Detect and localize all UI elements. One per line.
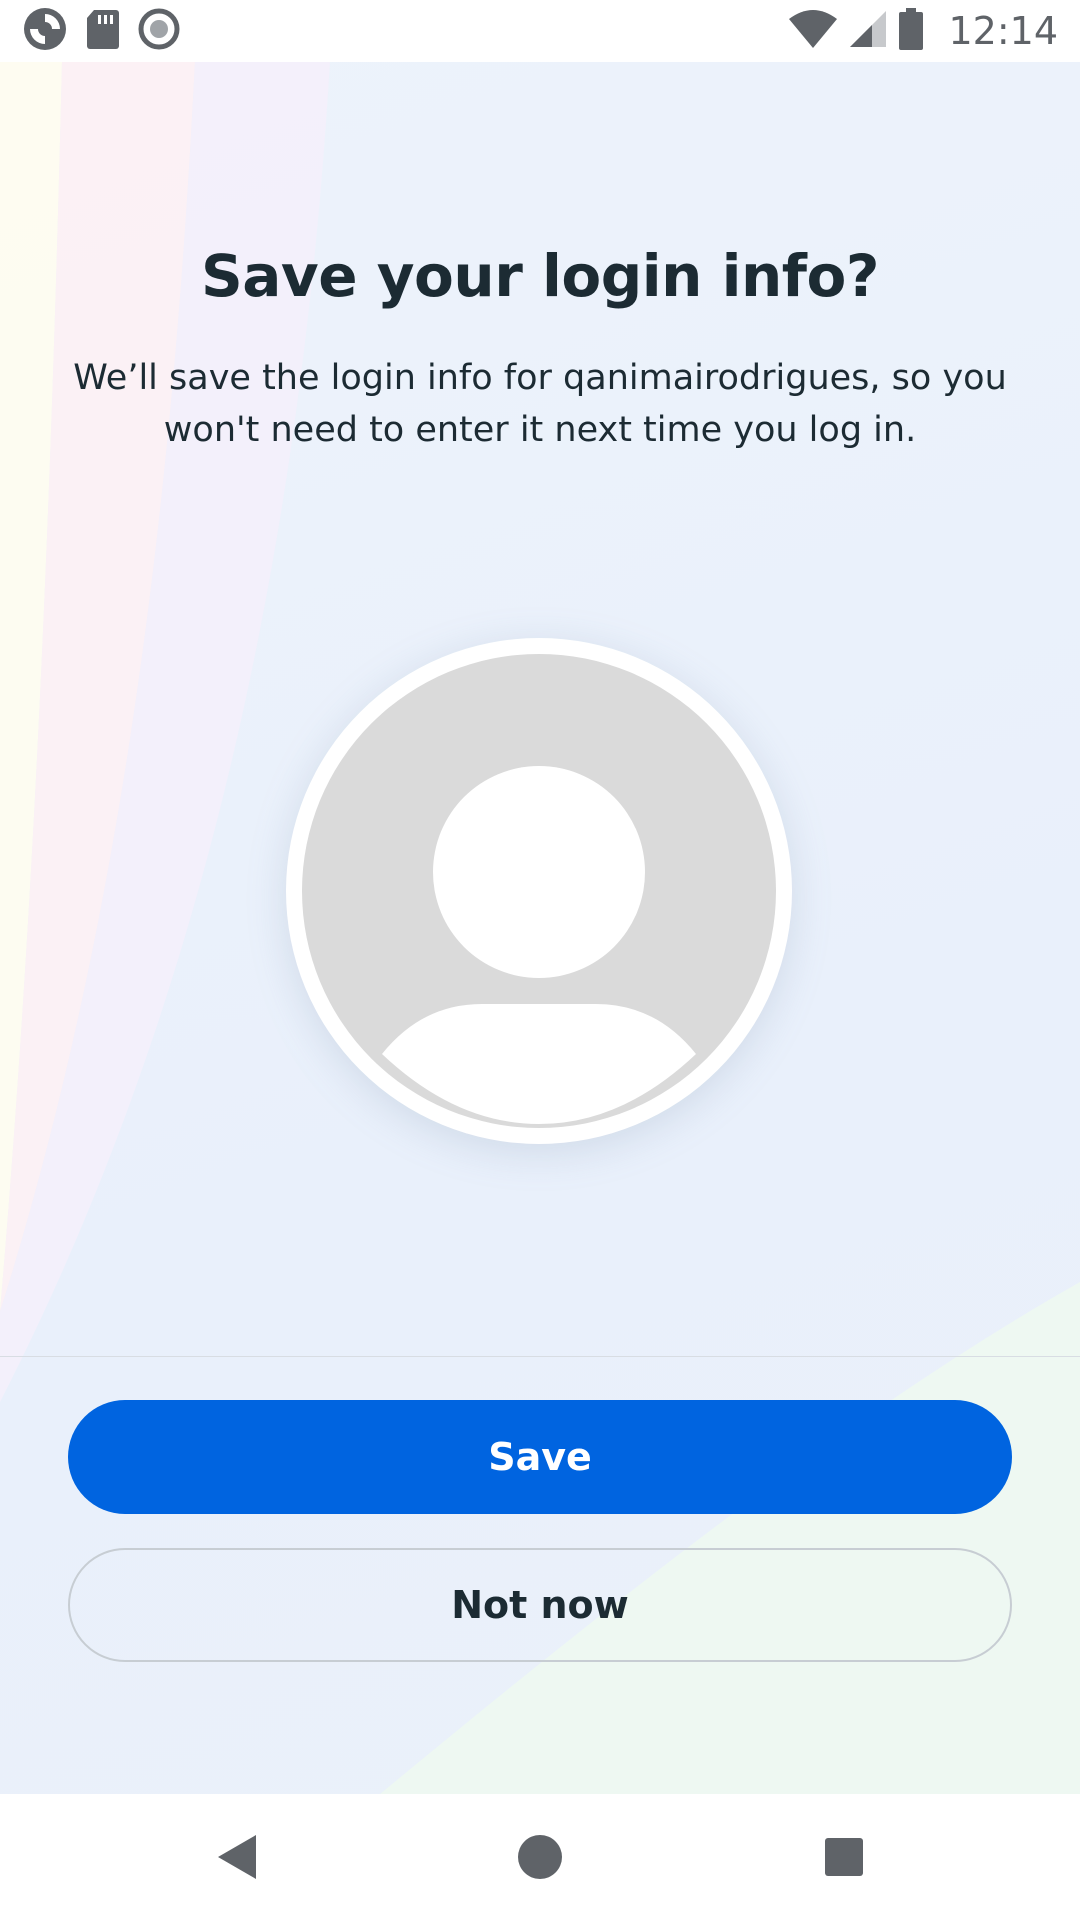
status-right-icons: 12:14 [788,8,1058,54]
sd-card-icon [86,8,120,54]
app-logo-icon [22,6,68,56]
status-time: 12:14 [948,9,1058,53]
wifi-icon [788,9,838,53]
avatar [286,638,792,1144]
save-button[interactable]: Save [68,1400,1012,1514]
battery-icon [898,8,924,54]
screen: 12:14 Save your login info? We’ll save t… [0,0,1080,1920]
signal-icon [848,9,888,53]
dialog-message: We’ll save the login info for qanimairod… [73,358,1007,450]
status-left-icons [22,8,180,54]
home-icon[interactable] [505,1822,575,1892]
dialog-title: Save your login info? [201,242,880,310]
back-icon[interactable] [202,1822,272,1892]
login-save-dialog: Save your login info? We’ll save the log… [0,62,1080,1794]
default-profile-icon [302,654,776,1128]
navigation-bar [0,1794,1080,1920]
record-icon [138,8,180,54]
divider [0,1356,1080,1357]
not-now-button[interactable]: Not now [68,1548,1012,1662]
recents-icon[interactable] [809,1822,879,1892]
status-bar: 12:14 [0,0,1080,62]
